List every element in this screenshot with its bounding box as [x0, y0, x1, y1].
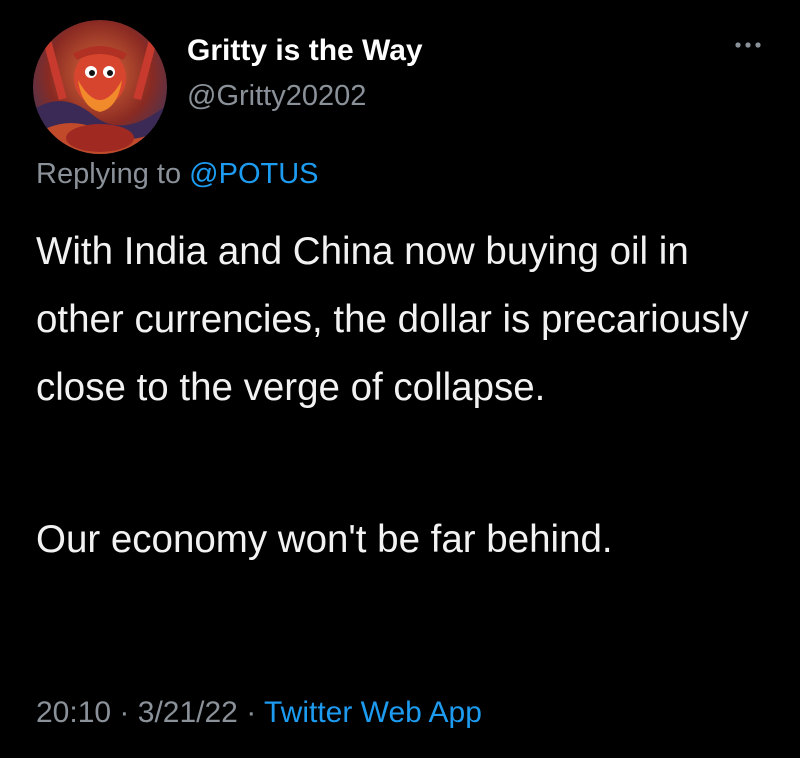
avatar[interactable]: [33, 20, 167, 154]
tweet-time[interactable]: 20:10: [36, 696, 111, 729]
reply-context: Replying to @POTUS: [36, 158, 319, 191]
avatar-image: [33, 20, 167, 154]
more-options-button[interactable]: [730, 30, 766, 60]
separator-dot: ·: [119, 696, 130, 729]
source-app-link[interactable]: Twitter Web App: [264, 696, 482, 729]
tweet-metadata: 20:10 · 3/21/22 · Twitter Web App: [36, 696, 482, 730]
display-name[interactable]: Gritty is the Way: [187, 34, 423, 68]
tweet-card: Gritty is the Way @Gritty20202 Replying …: [0, 0, 800, 758]
tweet-text-paragraph: With India and China now buying oil in o…: [36, 230, 749, 409]
tweet-text-paragraph: Our economy won't be far behind.: [36, 518, 613, 561]
tweet-date[interactable]: 3/21/22: [138, 696, 238, 729]
ellipsis-icon: [735, 42, 761, 48]
reply-prefix: Replying to: [36, 158, 182, 190]
reply-mention-link[interactable]: @POTUS: [189, 158, 318, 190]
separator-dot: ·: [246, 696, 257, 729]
user-handle[interactable]: @Gritty20202: [187, 80, 366, 113]
